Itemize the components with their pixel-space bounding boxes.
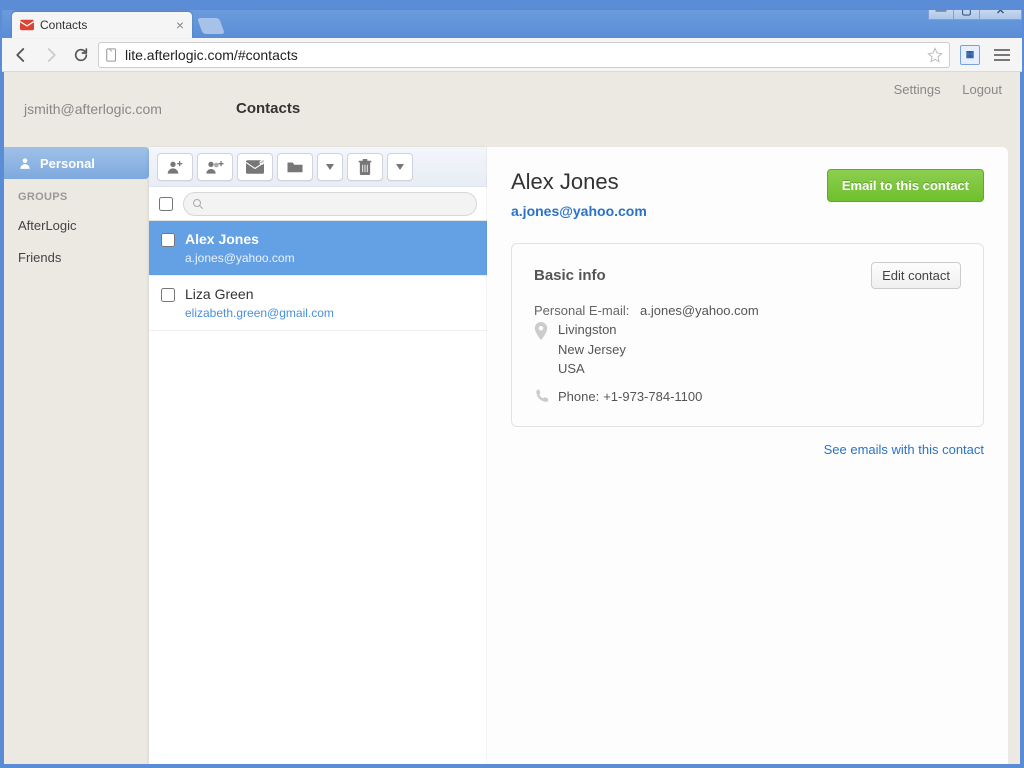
extension-icon[interactable]: ▦	[960, 45, 980, 65]
new-tab-button[interactable]	[197, 18, 225, 34]
contacts-toolbar	[149, 147, 487, 187]
nav-forward-button[interactable]	[38, 42, 64, 68]
phone-icon	[534, 389, 550, 403]
card-title: Basic info	[534, 267, 606, 284]
folder-button[interactable]	[277, 153, 313, 181]
search-input[interactable]	[183, 192, 477, 216]
contact-list-panel: Alex Jones a.jones@yahoo.com Liza Green …	[149, 147, 487, 764]
basic-info-card: Basic info Edit contact Personal E-mail:…	[511, 243, 984, 427]
sidebar-item-label: Friends	[18, 250, 61, 265]
address-country: USA	[558, 359, 626, 379]
nav-back-button[interactable]	[8, 42, 34, 68]
star-icon[interactable]	[927, 47, 943, 63]
browser-tab[interactable]: Contacts ×	[12, 12, 192, 38]
contact-detail-panel: Alex Jones a.jones@yahoo.com Email to th…	[487, 147, 1008, 764]
detail-contact-name: Alex Jones	[511, 169, 647, 195]
sidebar-item-label: Personal	[40, 156, 95, 171]
folder-dropdown-button[interactable]	[317, 153, 343, 181]
browser-tab-title: Contacts	[40, 18, 87, 32]
contact-email: a.jones@yahoo.com	[185, 251, 295, 265]
add-group-button[interactable]	[197, 153, 233, 181]
contact-row[interactable]: Alex Jones a.jones@yahoo.com	[149, 221, 487, 276]
page-title: Contacts	[236, 100, 300, 117]
logout-link[interactable]: Logout	[962, 82, 1002, 97]
personal-email-label: Personal E-mail:	[534, 303, 632, 318]
contact-name: Alex Jones	[185, 231, 295, 247]
location-pin-icon	[534, 322, 550, 379]
contact-row[interactable]: Liza Green elizabeth.green@gmail.com	[149, 276, 487, 331]
email-contact-button[interactable]: Email to this contact	[827, 169, 984, 202]
nav-reload-button[interactable]	[68, 42, 94, 68]
phone-value: +1-973-784-1100	[603, 389, 702, 404]
compose-button[interactable]	[237, 153, 273, 181]
select-all-checkbox[interactable]	[159, 197, 173, 211]
close-icon[interactable]: ×	[176, 17, 184, 33]
phone-label: Phone:	[558, 389, 599, 404]
add-contact-button[interactable]	[157, 153, 193, 181]
edit-contact-button[interactable]: Edit contact	[871, 262, 961, 289]
sidebar: Personal GROUPS AfterLogic Friends	[4, 147, 149, 764]
sidebar-item-label: AfterLogic	[18, 218, 77, 233]
mail-icon	[20, 18, 34, 32]
contact-email: elizabeth.green@gmail.com	[185, 306, 334, 320]
address-city: Livingston	[558, 320, 626, 340]
more-dropdown-button[interactable]	[387, 153, 413, 181]
detail-contact-email[interactable]: a.jones@yahoo.com	[511, 203, 647, 219]
contact-checkbox[interactable]	[161, 288, 175, 302]
sidebar-item-afterlogic[interactable]: AfterLogic	[4, 209, 149, 241]
address-state: New Jersey	[558, 340, 626, 360]
see-emails-link[interactable]: See emails with this contact	[824, 442, 984, 457]
contact-name: Liza Green	[185, 286, 334, 302]
personal-email-value: a.jones@yahoo.com	[640, 303, 759, 318]
person-icon	[18, 156, 32, 170]
contact-checkbox[interactable]	[161, 233, 175, 247]
delete-button[interactable]	[347, 153, 383, 181]
page-icon	[105, 48, 119, 62]
groups-header: GROUPS	[4, 179, 149, 209]
hamburger-menu-icon[interactable]	[988, 42, 1016, 68]
settings-link[interactable]: Settings	[894, 82, 941, 97]
url-bar[interactable]: lite.afterlogic.com/#contacts	[98, 42, 950, 68]
search-icon	[192, 198, 204, 210]
current-user-email: jsmith@afterlogic.com	[24, 101, 224, 117]
url-text: lite.afterlogic.com/#contacts	[125, 47, 298, 63]
sidebar-item-friends[interactable]: Friends	[4, 241, 149, 273]
sidebar-item-personal[interactable]: Personal	[4, 147, 149, 179]
